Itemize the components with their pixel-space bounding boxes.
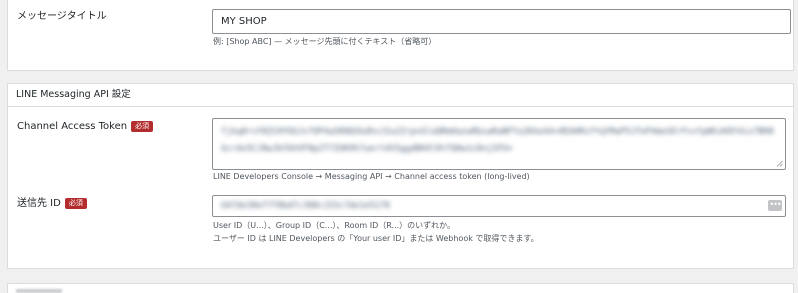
message-title-panel: メッセージタイトル MY SHOP 例: [Shop ABC] — メッセージ先…	[7, 0, 794, 71]
next-section-heading-fragment	[16, 289, 62, 293]
message-title-label: メッセージタイトル	[17, 11, 107, 22]
message-title-description: 例: [Shop ABC] — メッセージ先頭に付くテキスト（省略可）	[213, 37, 437, 46]
recipient-id-value: U47de38ef7f8bd7c388c153c7de1e5178	[221, 201, 390, 211]
line-api-settings-panel: LINE Messaging API 設定 Channel Access Tok…	[7, 83, 794, 269]
resize-grip-icon[interactable]	[776, 160, 783, 167]
access-token-description: LINE Developers Console → Messaging API …	[213, 172, 530, 181]
recipient-id-label-row: 送信先 ID 必須	[17, 197, 87, 210]
recipient-id-description-2: ユーザー ID は LINE Developers の「Your user ID…	[213, 234, 539, 243]
required-badge: 必須	[131, 121, 154, 132]
section-divider	[8, 106, 793, 107]
recipient-id-description-1: User ID（U...）、Group ID（C...）、Room ID（R..…	[213, 221, 455, 230]
access-token-label-row: Channel Access Token 必須	[17, 120, 154, 133]
recipient-id-input[interactable]: U47de38ef7f8bd7c388c153c7de1e5178 •••	[212, 195, 786, 217]
message-title-input[interactable]: MY SHOP	[212, 9, 791, 34]
ellipsis-icon[interactable]: •••	[768, 200, 782, 211]
access-token-label: Channel Access Token	[17, 121, 128, 132]
access-token-textarea[interactable]: fjkq8rvY8ZCHYOGJv7OP4aSR8QSkdhvJ2u2ZrpvG…	[212, 118, 786, 170]
required-badge: 必須	[64, 198, 87, 209]
next-section-panel	[7, 283, 794, 293]
access-token-value: fjkq8rvY8ZCHYOGJv7OP4aSR8QSkdhvJ2u2ZrpvG…	[221, 127, 774, 154]
section-heading: LINE Messaging API 設定	[16, 89, 131, 100]
recipient-id-label: 送信先 ID	[17, 198, 61, 209]
